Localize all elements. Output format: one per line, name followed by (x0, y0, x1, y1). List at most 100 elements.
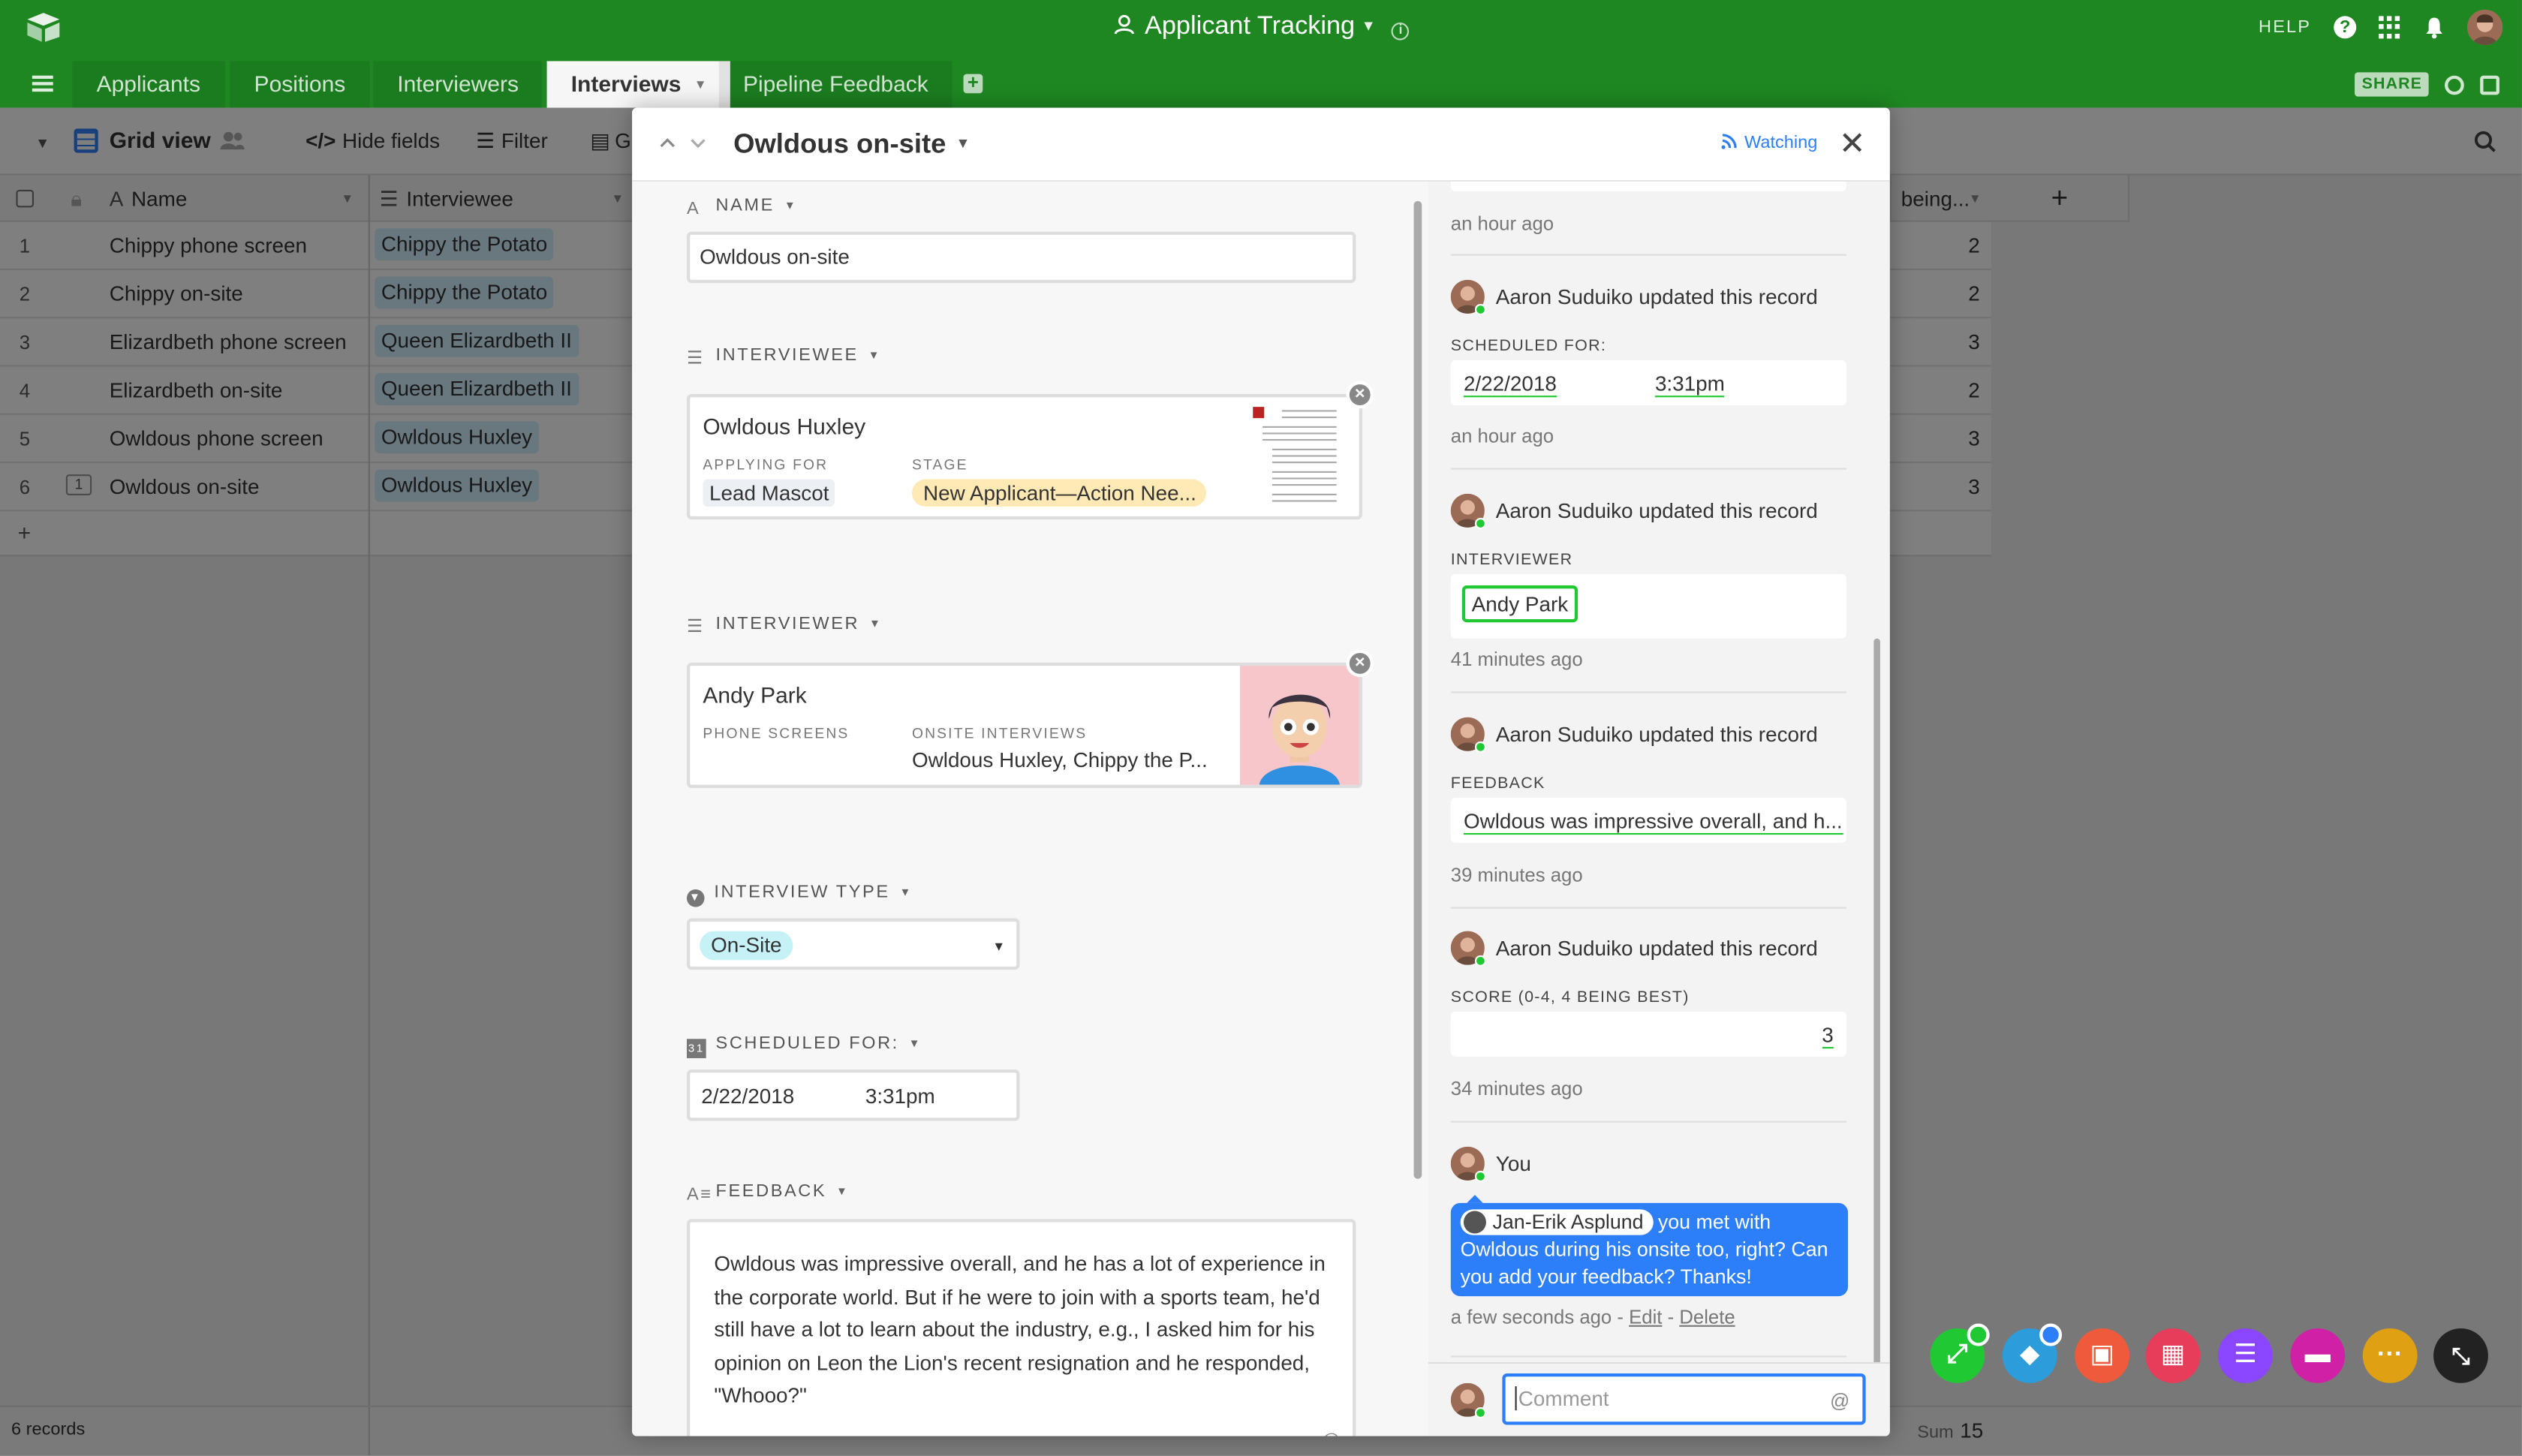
applying-for-chip: Lead Mascot (703, 479, 836, 507)
field-label-interview-type[interactable]: ▼ INTERVIEW TYPE ▼ (686, 883, 913, 907)
field-label-text: NAME (715, 196, 775, 216)
help-link[interactable]: HELP (2259, 18, 2311, 38)
share-button[interactable]: SHARE (2355, 72, 2429, 97)
block-gallery[interactable]: ▣ (2075, 1328, 2130, 1383)
activity-value-box (1450, 182, 1846, 191)
activity-text: Aaron Suduiko updated this record (1495, 936, 1818, 961)
field-label-interviewee[interactable]: ☰ INTERVIEWEE ▼ (687, 346, 881, 369)
sidebar-toggle-icon[interactable] (2480, 74, 2499, 95)
check-badge-icon (2039, 1323, 2063, 1346)
chevron-down-icon[interactable]: ▼ (868, 350, 881, 362)
mention-icon[interactable]: @ (1322, 1424, 1340, 1436)
user-avatar[interactable] (2467, 9, 2503, 45)
check-badge-icon (1967, 1323, 1990, 1346)
interviewer-photo[interactable] (1240, 666, 1359, 785)
activity-field-name: SCORE (0-4, 4 BEING BEST) (1450, 988, 1690, 1007)
chevron-down-icon[interactable]: ▼ (869, 619, 882, 630)
block-shapes[interactable]: ◆ (2002, 1323, 2063, 1383)
menu-icon[interactable] (32, 75, 53, 92)
long-text-icon: A≡ (686, 1185, 713, 1205)
delete-comment-link[interactable]: Delete (1679, 1306, 1735, 1328)
tab-applicants[interactable]: Applicants (72, 61, 225, 108)
close-icon[interactable]: ✕ (1839, 128, 1866, 161)
activity-time: 41 minutes ago (1450, 648, 1583, 671)
block-chat[interactable]: ▬ (2290, 1328, 2346, 1383)
tab-label: Interviewers (397, 71, 519, 97)
activity-value-chip: Andy Park (1461, 585, 1579, 623)
record-title[interactable]: Owldous on-site ▼ (733, 128, 970, 161)
comment-input[interactable]: Comment @ (1502, 1373, 1866, 1425)
scheduled-for-input[interactable]: 2/22/2018 3:31pm (686, 1069, 1020, 1121)
chevron-down-icon[interactable]: ▼ (956, 135, 970, 151)
interview-type-select[interactable]: On-Site ▼ (686, 918, 1020, 970)
chevron-down-icon[interactable]: ▼ (784, 201, 797, 212)
block-collapse[interactable]: ⤡ (2433, 1328, 2488, 1383)
image-icon: ▣ (2090, 1341, 2114, 1369)
activity-field-name: FEEDBACK (1450, 775, 1545, 793)
mention-avatar (1463, 1211, 1486, 1234)
activity-field-name: SCHEDULED FOR: (1450, 337, 1607, 356)
activity-value-box: Andy Park (1450, 573, 1846, 639)
comment-time: a few seconds ago (1450, 1305, 1612, 1328)
interviewer-link-card[interactable]: Andy Park PHONE SCREENS ONSITE INTERVIEW… (686, 662, 1362, 788)
single-select-icon: ▼ (686, 889, 705, 907)
resume-thumbnail[interactable] (1249, 403, 1340, 513)
info-icon[interactable]: i (1392, 22, 1410, 41)
activity-text: Aaron Suduiko updated this record (1495, 498, 1818, 523)
chevron-down-icon[interactable]: ▼ (694, 77, 707, 92)
apps-grid-icon[interactable] (2379, 16, 2401, 38)
mention-icon[interactable]: @ (1830, 1389, 1849, 1412)
tab-interviews[interactable]: Interviews ▼ (546, 61, 731, 108)
online-status-icon (1474, 1406, 1486, 1418)
dialog-header: Owldous on-site ▼ Watching ✕ (632, 107, 1890, 182)
online-status-icon (1474, 1170, 1486, 1182)
interviewee-link-card[interactable]: Owldous Huxley APPLYING FOR Lead Mascot … (686, 393, 1362, 520)
chevron-down-icon[interactable]: ▼ (899, 888, 912, 899)
chevron-down-icon[interactable]: ▼ (909, 1039, 922, 1050)
tab-pipeline-feedback[interactable]: Pipeline Feedback (718, 61, 953, 108)
name-input[interactable]: Owldous on-site (686, 231, 1356, 284)
edit-comment-link[interactable]: Edit (1629, 1306, 1662, 1328)
comment-bubble: Jan-Erik Asplund you met with Owldous dur… (1450, 1195, 1849, 1297)
tab-positions[interactable]: Positions (230, 61, 370, 108)
feedback-textarea[interactable]: Owldous was impressive overall, and he h… (686, 1219, 1356, 1436)
scheduled-date[interactable]: 2/22/2018 (701, 1084, 794, 1108)
add-table-icon[interactable]: + (963, 72, 983, 94)
field-label-interviewer[interactable]: ☰ INTERVIEWER ▼ (687, 615, 882, 637)
online-status-icon (1474, 955, 1486, 967)
activity-value-box: 2/22/2018 3:31pm (1450, 359, 1846, 405)
chevron-down-icon[interactable] (690, 135, 706, 151)
field-label-name[interactable]: A NAME ▼ (687, 196, 797, 218)
scrollbar[interactable] (1413, 200, 1422, 1179)
activity-time: 34 minutes ago (1450, 1077, 1583, 1100)
activity-divider (1450, 1355, 1846, 1358)
block-more[interactable]: ··· (2362, 1328, 2418, 1383)
user-mention[interactable]: Jan-Erik Asplund (1460, 1209, 1654, 1235)
tab-label: Applicants (96, 71, 200, 97)
history-icon[interactable] (2445, 74, 2464, 95)
activity-pane: an hour ago Aaron Suduiko updated this r… (1428, 182, 1890, 1436)
top-bar: Applicant Tracking ▼ i HELP ? Applicants P… (0, 0, 2522, 108)
block-expand[interactable]: ⤢ (1930, 1323, 1990, 1383)
tab-label: Pipeline Feedback (742, 71, 928, 97)
activity-value-box: 3 (1450, 1011, 1846, 1057)
chevron-down-icon[interactable]: ▼ (836, 1187, 849, 1198)
block-list[interactable]: ☰ (2217, 1328, 2273, 1383)
activity-value-box: Owldous was impressive overall, and h... (1450, 797, 1846, 843)
remove-link-icon[interactable]: × (1346, 649, 1374, 678)
chevron-up-icon[interactable] (660, 135, 676, 151)
block-dashboard[interactable]: ▦ (2145, 1328, 2201, 1383)
tab-interviewers[interactable]: Interviewers (373, 61, 543, 108)
field-label-scheduled[interactable]: 31 SCHEDULED FOR: ▼ (686, 1034, 922, 1058)
scheduled-time[interactable]: 3:31pm (865, 1084, 935, 1108)
expanded-record-dialog: Owldous on-site ▼ Watching ✕ A NAME ▼ Owldo… (632, 107, 1890, 1436)
online-status-icon (1474, 303, 1486, 315)
scrollbar[interactable] (1873, 638, 1880, 1436)
watching-toggle[interactable]: Watching (1720, 134, 1817, 153)
base-title[interactable]: Applicant Tracking ▼ i (0, 13, 2522, 42)
field-label-feedback[interactable]: A≡ FEEDBACK ▼ (686, 1182, 850, 1205)
help-icon[interactable]: ? (2334, 16, 2357, 39)
remove-link-icon[interactable]: × (1346, 381, 1374, 409)
bell-icon[interactable] (2424, 16, 2445, 39)
card-field-label: STAGE (911, 456, 968, 473)
